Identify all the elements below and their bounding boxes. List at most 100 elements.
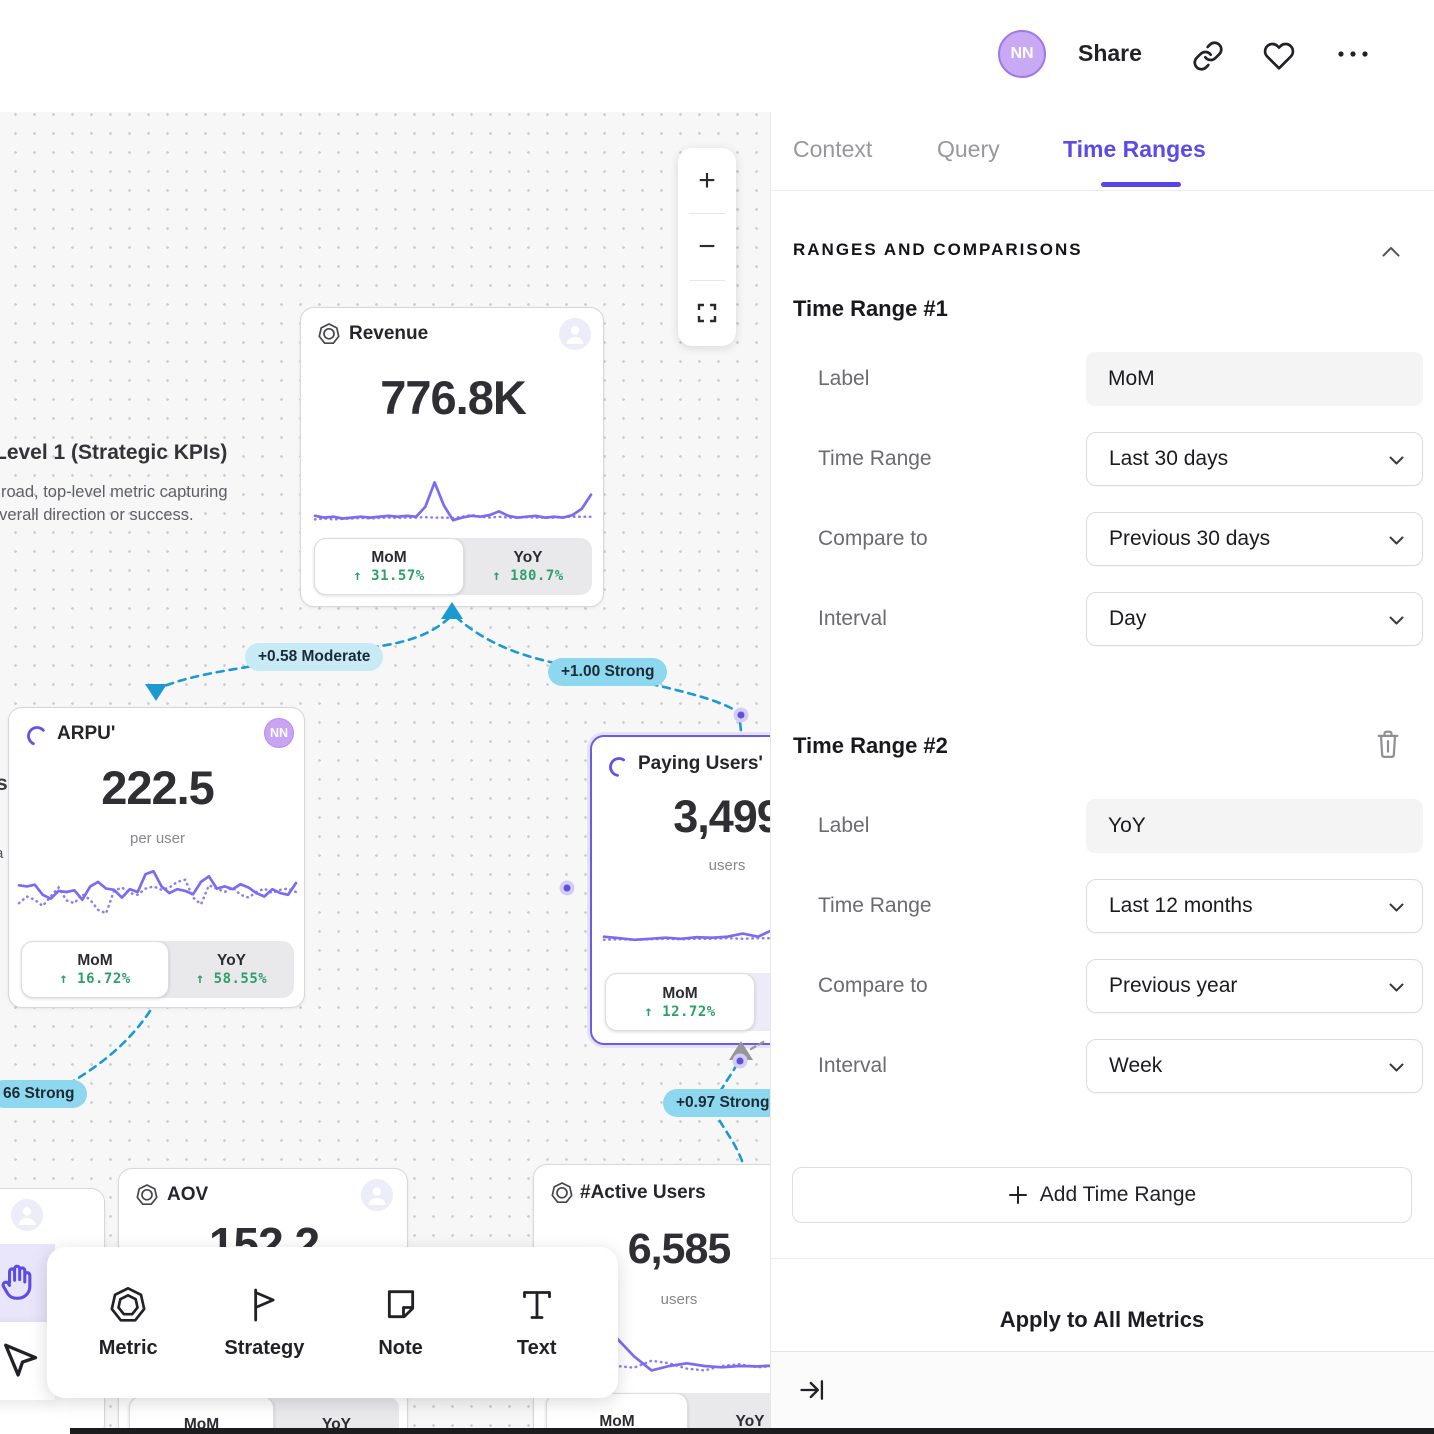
- active-tab-indicator: [1101, 182, 1181, 187]
- tool-strategy[interactable]: Strategy: [209, 1285, 319, 1360]
- zoom-in-button[interactable]: +: [678, 148, 736, 213]
- segment-delta: ↑ 12.72%: [644, 1004, 715, 1020]
- collaborator-badge: NN: [264, 718, 294, 748]
- person-icon: [11, 1199, 43, 1231]
- more-options-icon[interactable]: [1336, 48, 1370, 60]
- tab-context[interactable]: Context: [793, 136, 872, 163]
- tab-time-ranges[interactable]: Time Ranges: [1063, 136, 1206, 163]
- chevron-down-icon: [1389, 983, 1404, 992]
- segment-delta: ↑ 31.57%: [353, 568, 424, 584]
- chevron-down-icon: [1389, 616, 1404, 625]
- spinner-icon: [607, 755, 631, 779]
- canvas-note-body[interactable]: Broad, top-level metric capturing overal…: [0, 481, 228, 527]
- segment-mom[interactable]: MoM ↑ 16.72%: [21, 941, 169, 998]
- apply-all-metrics-button[interactable]: Apply to All Metrics: [770, 1307, 1434, 1333]
- select-value: Week: [1109, 1054, 1162, 1077]
- delete-trash-icon[interactable]: [1374, 728, 1402, 760]
- select-value: Last 12 months: [1109, 894, 1253, 917]
- divider: [770, 1258, 1434, 1259]
- divider: [770, 190, 1434, 191]
- zoom-out-button[interactable]: −: [678, 214, 736, 279]
- edge-arrowhead-down-icon: [145, 684, 167, 701]
- flag-icon: [244, 1285, 284, 1325]
- add-time-range-button[interactable]: Add Time Range: [792, 1167, 1412, 1223]
- time-range-select[interactable]: Last 12 months: [1086, 879, 1423, 933]
- metric-hexagon-icon: [550, 1181, 574, 1205]
- field-label: Label: [818, 352, 1058, 406]
- label-input[interactable]: YoY: [1086, 799, 1423, 853]
- metric-value-clipped-digit: 9: [757, 791, 770, 842]
- copy-link-icon[interactable]: [1192, 40, 1224, 72]
- time-range-segment: MoM ↑ 31.57% YoY ↑ 180.7%: [314, 538, 592, 595]
- correlation-badge[interactable]: +0.97 Strong: [663, 1089, 770, 1117]
- time-range-2-title: Time Range #2: [793, 733, 948, 759]
- segment-label: MoM: [662, 985, 697, 1002]
- metric-tree-canvas[interactable]: +0.58 Moderate +1.00 Strong 66 Strong +0…: [0, 0, 770, 1434]
- chevron-down-icon: [1389, 456, 1404, 465]
- segment-yoy[interactable]: YoY ↑ 58.55%: [169, 941, 294, 998]
- field-label: Label: [818, 799, 1058, 853]
- app-root: +0.58 Moderate +1.00 Strong 66 Strong +0…: [0, 0, 1434, 1434]
- time-range-select[interactable]: Last 30 days: [1086, 432, 1423, 486]
- card-title: Paying Users': [638, 753, 763, 775]
- compare-to-select[interactable]: Previous year: [1086, 959, 1423, 1013]
- segment-mom[interactable]: MoM ↑ 31.57%: [314, 538, 464, 595]
- collapse-panel-icon[interactable]: [798, 1376, 826, 1404]
- connection-handle: [735, 1056, 746, 1067]
- compare-to-select[interactable]: Previous 30 days: [1086, 512, 1423, 566]
- segment-mom[interactable]: MoM ↑ 12.72%: [605, 973, 755, 1031]
- sparkline: [315, 474, 591, 524]
- clipped-text-fragment: s: [0, 772, 8, 796]
- card-title: #Active Users: [580, 1182, 706, 1204]
- interval-select[interactable]: Week: [1086, 1039, 1423, 1093]
- metric-card-paying-users[interactable]: Paying Users' 3,499 users MoM ↑ 12.72%: [590, 735, 770, 1045]
- field-label: Compare to: [818, 959, 1058, 1013]
- tool-note[interactable]: Note: [346, 1285, 456, 1360]
- correlation-badge[interactable]: +1.00 Strong: [548, 658, 667, 686]
- owner-avatar: [11, 1199, 43, 1231]
- clipped-text-fragment: a: [0, 845, 3, 862]
- card-title: AOV: [167, 1184, 208, 1206]
- text-icon: [517, 1285, 557, 1325]
- tool-label: Strategy: [224, 1337, 304, 1360]
- field-label: Time Range: [818, 432, 1058, 486]
- metric-value-text: 3,49: [673, 791, 757, 842]
- time-range-segment: MoM ↑ 12.72%: [605, 973, 770, 1031]
- tool-label: Metric: [99, 1337, 158, 1360]
- correlation-badge[interactable]: 66 Strong: [0, 1080, 87, 1108]
- favorite-heart-icon[interactable]: [1263, 40, 1295, 72]
- chevron-down-icon: [1389, 903, 1404, 912]
- tool-metric[interactable]: Metric: [73, 1285, 183, 1360]
- hand-icon: [0, 1261, 40, 1305]
- metric-card-revenue[interactable]: Revenue 776.8K MoM ↑ 31.57% YoY ↑ 180.7%: [300, 307, 604, 607]
- canvas-note-title[interactable]: Level 1 (Strategic KPIs): [0, 441, 227, 465]
- time-range-1-title: Time Range #1: [793, 296, 948, 322]
- label-input[interactable]: MoM: [1086, 352, 1423, 406]
- segment-label: YoY: [514, 549, 543, 566]
- owner-avatar: [559, 318, 591, 350]
- canvas-toolbar: Metric Strategy Note Text: [47, 1247, 618, 1398]
- fit-view-button[interactable]: [678, 281, 736, 346]
- tab-query[interactable]: Query: [937, 136, 1000, 163]
- metric-card-arpu[interactable]: ARPU' NN 222.5 per user MoM ↑ 16.72% YoY…: [8, 707, 305, 1008]
- add-time-range-label: Add Time Range: [1040, 1183, 1196, 1207]
- connection-handle: [562, 883, 573, 894]
- collapse-chevron-up-icon[interactable]: [1382, 246, 1400, 257]
- settings-panel: Context Query Time Ranges RANGES AND COM…: [770, 0, 1434, 1434]
- note-line: Broad, top-level metric capturing: [0, 481, 228, 504]
- segment-label: MoM: [77, 952, 112, 969]
- select-value: Previous year: [1109, 974, 1237, 997]
- share-button[interactable]: Share: [1078, 40, 1142, 67]
- segment-yoy[interactable]: YoY ↑ 180.7%: [464, 538, 592, 595]
- spinner-icon: [25, 724, 49, 748]
- tool-label: Text: [517, 1337, 557, 1360]
- segment-delta: ↑ 180.7%: [492, 568, 563, 584]
- window-edge: [70, 1428, 1434, 1434]
- metric-value: 222.5: [9, 760, 306, 815]
- tool-text[interactable]: Text: [482, 1285, 592, 1360]
- correlation-badge[interactable]: +0.58 Moderate: [245, 643, 383, 671]
- user-avatar[interactable]: NN: [998, 30, 1046, 78]
- field-label: Compare to: [818, 512, 1058, 566]
- interval-select[interactable]: Day: [1086, 592, 1423, 646]
- connection-handle: [736, 710, 747, 721]
